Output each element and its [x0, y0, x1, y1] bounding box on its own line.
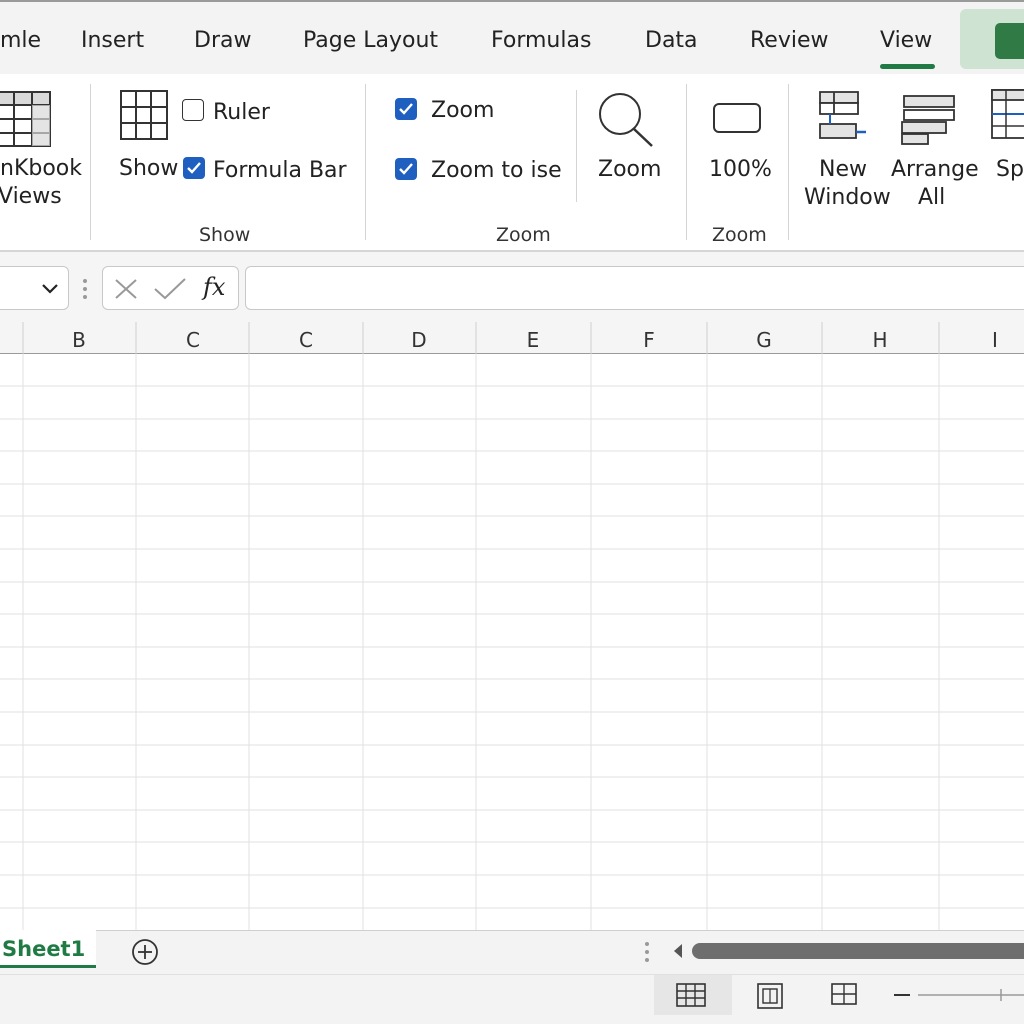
new-window-label-line1[interactable]: New	[819, 157, 867, 182]
tab-insert[interactable]: Insert	[81, 28, 144, 53]
show-label[interactable]: Show	[119, 156, 178, 181]
tab-splitter-icon[interactable]	[642, 940, 652, 964]
tab-view[interactable]: View	[880, 28, 932, 53]
workbook-views-label-line1[interactable]: nKbook	[0, 156, 82, 181]
zoom-checkbox[interactable]	[395, 98, 417, 120]
magnifier-icon[interactable]	[596, 92, 656, 150]
name-box[interactable]	[0, 266, 69, 310]
check-icon	[399, 103, 413, 115]
horizontal-scrollbar[interactable]	[670, 940, 1024, 962]
check-icon	[187, 162, 201, 174]
split-label[interactable]: Sp	[996, 157, 1024, 182]
drag-handle-icon[interactable]	[80, 277, 90, 301]
sheet-tab-label[interactable]: Sheet1	[2, 937, 85, 961]
group-separator	[686, 84, 687, 240]
page-break-view-icon[interactable]	[831, 983, 857, 1009]
new-window-label-line2[interactable]: Window	[804, 185, 891, 210]
arrange-all-icon[interactable]	[900, 94, 956, 146]
tab-draw[interactable]: Draw	[194, 28, 251, 53]
zoom-check-label[interactable]: Zoom	[431, 98, 494, 123]
add-sheet-icon[interactable]	[130, 937, 160, 967]
share-button[interactable]	[995, 23, 1024, 59]
active-tab-indicator	[880, 64, 935, 69]
formula-actions: fx	[102, 266, 239, 310]
page-layout-view-icon[interactable]	[757, 983, 783, 1009]
ribbon: nKbook Views Show Ruler Formula Bar Show…	[0, 74, 1024, 252]
formula-bar-checkbox[interactable]	[183, 157, 205, 179]
workbook-views-label-line2[interactable]: Views	[0, 184, 62, 209]
tab-home[interactable]: mle	[0, 28, 41, 53]
zoom-group-title: Zoom	[496, 224, 551, 246]
normal-view-button[interactable]	[654, 975, 732, 1015]
zoom-button-label[interactable]: Zoom	[598, 157, 661, 182]
arrange-all-label-line1[interactable]: Arrange	[891, 157, 979, 182]
tab-data[interactable]: Data	[645, 28, 698, 53]
column-header-dividers	[22, 322, 940, 354]
show-group-title: Show	[199, 224, 251, 246]
worksheet-grid[interactable]	[0, 322, 1024, 930]
tab-formulas[interactable]: Formulas	[491, 28, 591, 53]
status-bar	[0, 974, 1024, 1024]
zoom-slider[interactable]	[892, 985, 1024, 1005]
table-grid-icon[interactable]	[0, 90, 54, 148]
group-separator	[576, 90, 577, 202]
fx-icon[interactable]: fx	[203, 273, 225, 301]
cancel-x-icon[interactable]	[113, 277, 139, 301]
split-icon[interactable]	[990, 88, 1024, 140]
check-icon[interactable]	[153, 277, 187, 301]
ruler-checkbox[interactable]	[182, 99, 204, 121]
group-separator	[90, 84, 91, 240]
sheet-tab-sheet1[interactable]: Sheet1	[0, 930, 96, 968]
formula-bar-label[interactable]: Formula Bar	[213, 158, 347, 183]
ribbon-tab-bar: mle Insert Draw Page Layout Formulas Dat…	[0, 0, 1024, 74]
zoom-to-selection-label[interactable]: Zoom to ise	[431, 158, 562, 183]
column-header-row: B C C D E F G H I	[0, 322, 1024, 354]
formula-bar-area: fx	[0, 252, 1024, 322]
new-window-icon[interactable]	[818, 90, 868, 142]
group-separator	[365, 84, 366, 240]
formula-input[interactable]	[245, 266, 1024, 310]
check-icon	[399, 163, 413, 175]
normal-view-icon[interactable]	[676, 983, 706, 1007]
zoom-to-selection-checkbox[interactable]	[395, 158, 417, 180]
ruler-label[interactable]: Ruler	[213, 100, 270, 125]
tab-page-layout[interactable]: Page Layout	[303, 28, 438, 53]
arrange-all-label-line2[interactable]: All	[918, 185, 945, 210]
tab-review[interactable]: Review	[750, 28, 829, 53]
group-separator	[788, 84, 789, 240]
chevron-down-icon[interactable]	[41, 283, 59, 295]
zoom-100-label[interactable]: 100%	[709, 157, 772, 182]
gridlines-icon[interactable]	[120, 90, 168, 140]
zoom-group2-title: Zoom	[712, 224, 767, 246]
zoom-100-icon[interactable]	[712, 102, 762, 134]
